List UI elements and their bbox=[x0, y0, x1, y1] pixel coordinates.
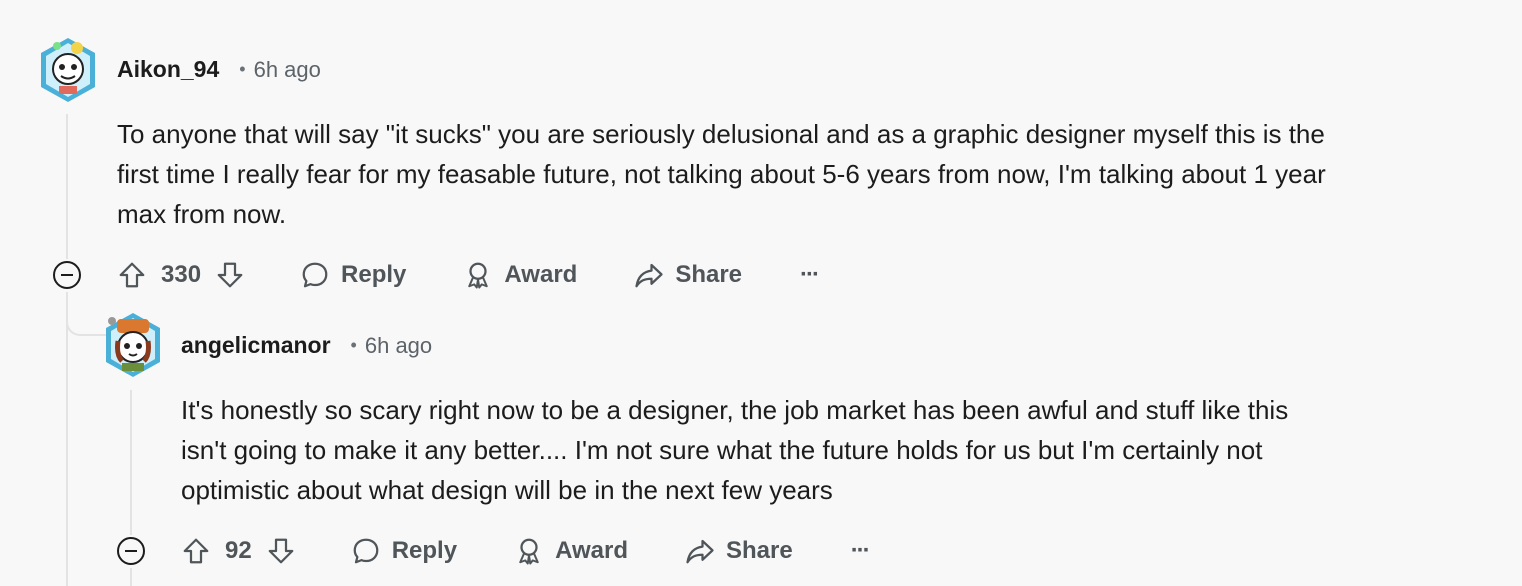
meta-separator: • bbox=[239, 59, 246, 79]
upvote-button[interactable] bbox=[115, 258, 149, 292]
comment-bubble-icon bbox=[299, 259, 331, 291]
reply-label: Reply bbox=[341, 261, 407, 288]
avatar-icon bbox=[106, 313, 160, 377]
vote-score: 330 bbox=[161, 261, 202, 288]
comment-bubble-icon bbox=[350, 535, 382, 567]
reply-button[interactable]: Reply bbox=[299, 259, 406, 291]
downvote-icon bbox=[268, 538, 294, 564]
reply-button[interactable]: Reply bbox=[350, 535, 457, 567]
reply-label: Reply bbox=[391, 537, 458, 564]
timestamp[interactable]: 6h ago bbox=[365, 333, 432, 359]
downvote-button[interactable] bbox=[264, 534, 298, 568]
username[interactable]: angelicmanor bbox=[181, 332, 331, 359]
share-label: Share bbox=[675, 261, 743, 288]
collapse-button[interactable] bbox=[117, 537, 145, 565]
comment-actions: 330 Reply Award Share ··· bbox=[115, 253, 820, 297]
award-icon bbox=[513, 535, 545, 567]
meta-separator: • bbox=[350, 335, 357, 355]
thread-line-reply bbox=[130, 390, 132, 535]
comment-body: To anyone that will say "it sucks" you a… bbox=[117, 114, 1326, 234]
comment-body-line: max from now. bbox=[117, 199, 287, 229]
share-button[interactable]: Share bbox=[633, 259, 742, 291]
comment-body-line: It's honestly so scary right now to be a… bbox=[181, 395, 1289, 425]
award-label: Award bbox=[504, 261, 578, 288]
upvote-button[interactable] bbox=[179, 534, 213, 568]
comment-meta: angelicmanor • 6h ago bbox=[181, 332, 432, 359]
thread-line-main-lower bbox=[66, 292, 68, 586]
minus-icon bbox=[61, 274, 73, 276]
comment-body-line: first time I really fear for my feasable… bbox=[117, 159, 1326, 189]
minus-icon bbox=[125, 550, 137, 552]
more-options-button[interactable]: ··· bbox=[851, 537, 871, 565]
thread-line-main bbox=[66, 114, 68, 259]
thread-line-reply-lower bbox=[130, 568, 132, 586]
share-icon bbox=[633, 259, 665, 291]
share-button[interactable]: Share bbox=[684, 535, 793, 567]
upvote-icon bbox=[119, 262, 145, 288]
comment-actions: 92 Reply Award Share ··· bbox=[179, 529, 871, 573]
comment-body: It's honestly so scary right now to be a… bbox=[181, 390, 1288, 510]
vote-score: 92 bbox=[225, 537, 252, 564]
award-button[interactable]: Award bbox=[513, 535, 628, 567]
avatar[interactable] bbox=[102, 311, 164, 379]
comment-meta: Aikon_94 • 6h ago bbox=[117, 56, 321, 83]
thread-elbow bbox=[66, 292, 106, 336]
upvote-icon bbox=[183, 538, 209, 564]
award-label: Award bbox=[555, 537, 628, 564]
collapse-button[interactable] bbox=[53, 261, 81, 289]
downvote-button[interactable] bbox=[213, 258, 247, 292]
comment-body-line: isn't going to make it any better.... I'… bbox=[181, 435, 1263, 465]
timestamp[interactable]: 6h ago bbox=[254, 57, 321, 83]
username[interactable]: Aikon_94 bbox=[117, 56, 219, 83]
share-label: Share bbox=[725, 537, 793, 564]
more-options-button[interactable]: ··· bbox=[800, 261, 820, 289]
award-icon bbox=[462, 259, 494, 291]
avatar-icon bbox=[41, 38, 95, 102]
comment-body-line: optimistic about what design will be in … bbox=[181, 475, 833, 505]
award-button[interactable]: Award bbox=[462, 259, 577, 291]
comment-body-line: To anyone that will say "it sucks" you a… bbox=[117, 119, 1325, 149]
avatar[interactable] bbox=[37, 36, 99, 104]
downvote-icon bbox=[217, 262, 243, 288]
share-icon bbox=[684, 535, 716, 567]
